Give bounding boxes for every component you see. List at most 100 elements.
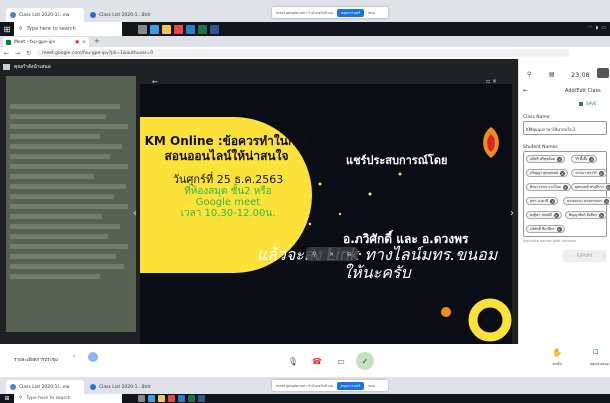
chrome-icon[interactable] (174, 24, 183, 34)
chrome-icon[interactable] (168, 395, 175, 402)
meet-bottom-bar: รายละเอียดการประชุม ⌃ ✋ ยกมือ ⊡ หยุดนำเส… (0, 344, 610, 377)
task-view-icon[interactable] (138, 24, 147, 34)
remove-chip-icon[interactable]: × (598, 212, 604, 218)
class-name-label: Class Name (523, 115, 550, 120)
tab-label: Class List 2020-1l...ew (19, 384, 70, 390)
student-chip[interactable]: บรรณดนา ตรงธรรมกร × (563, 197, 610, 205)
class-name-field[interactable]: KMชุมนุมภาษาให้น่าสนใจ 2 (523, 121, 607, 135)
people-icon[interactable]: ⚲ (527, 71, 531, 78)
student-chip[interactable]: วิริ ผึ้งผึ้ง × (571, 155, 598, 163)
excel-icon[interactable] (188, 395, 195, 402)
tab-class-list-1[interactable]: Class List 2020-1l...ew (6, 8, 84, 22)
tab-label: Class List 2020-1l...ew (19, 12, 70, 18)
reload-icon[interactable]: ↻ (26, 50, 31, 57)
folder-icon[interactable] (162, 24, 171, 34)
remove-chip-icon[interactable]: × (556, 226, 562, 232)
remove-chip-icon[interactable]: × (553, 212, 559, 218)
store-icon[interactable] (186, 24, 195, 34)
user-avatar[interactable] (597, 68, 609, 78)
collapse-arrow-icon[interactable]: ← (152, 78, 158, 86)
raise-hand-icon[interactable]: ✋ (552, 348, 562, 357)
remove-chip-icon[interactable]: × (598, 170, 604, 176)
mute-icon[interactable]: ✕ (329, 251, 334, 258)
task-view-icon[interactable] (138, 395, 145, 402)
edge-icon[interactable] (148, 395, 155, 402)
meeting-details-button[interactable]: รายละเอียดการประชุม (14, 356, 58, 363)
export-button[interactable]: EXPORT (563, 250, 607, 262)
taskbar-apps (138, 394, 205, 403)
remove-chip-icon[interactable]: × (605, 184, 610, 190)
save-button[interactable]: SAVE (586, 101, 596, 106)
slide-script-note: แล้วจะส่ง Link ทางไลน์มทร.ขนอม ให้นะครับ (232, 246, 512, 282)
tab-class-list-1[interactable]: Class List 2020-1l...ew (6, 380, 84, 394)
tab-class-list-2[interactable]: Class List 2020-1...8ntr (86, 380, 164, 394)
back-icon[interactable]: ← (4, 50, 9, 57)
present-label: หยุดนำเสนอ (590, 362, 609, 366)
remove-chip-icon[interactable]: × (562, 184, 568, 190)
window-controls-icon[interactable]: ▫ × (486, 78, 497, 85)
battery-icon[interactable]: ▭ (601, 25, 606, 31)
taskbar-search[interactable]: ⚲ Type here to search (14, 22, 122, 36)
hide-banner-button[interactable]: ซ่อน (368, 383, 375, 389)
captions-button[interactable]: ✓ (356, 352, 374, 370)
excel-icon[interactable] (198, 24, 207, 34)
shield-icon[interactable] (88, 352, 98, 362)
student-chip[interactable]: ยุทธมนต์ ทรงมีราว × (571, 183, 610, 191)
slide-script-line: แล้วจะส่ง Link ทางไลน์มทร.ขนอม (256, 245, 498, 264)
student-chip[interactable]: พงฐิตา รพงษ์ดี × (526, 211, 562, 219)
volume-icon[interactable]: ◗ (596, 25, 599, 31)
student-chip[interactable]: ศิญญาพิตร์ ยิ่งตีตร × (565, 211, 607, 219)
forward-icon[interactable]: → (15, 50, 20, 57)
more-icon[interactable]: ⊖ (347, 251, 352, 258)
remove-chip-icon[interactable]: × (589, 156, 595, 162)
tab-meet[interactable]: Meet - fxu-gpe-ipv ● × (3, 37, 89, 47)
slide-platform: Google meet (195, 197, 261, 208)
close-tab-icon[interactable]: × (82, 40, 86, 45)
tab-class-list-2[interactable]: Class List 2020-1...8ntr (86, 8, 164, 22)
student-chip[interactable]: ศิรดาวรรณ รวมโยม × (526, 183, 571, 191)
hide-banner-button[interactable]: ซ่อน (368, 10, 375, 16)
chevron-up-icon[interactable]: ⌃ (72, 355, 76, 361)
preview-row (10, 274, 100, 279)
student-chip[interactable]: ภวิศักดิ์ ทีมาฝึกร × (526, 225, 565, 233)
student-name: ปพิตรี ศรีสุขข้อม (530, 157, 556, 161)
camera-button[interactable]: ▭ (332, 352, 350, 370)
wifi-icon[interactable]: ◠ (588, 25, 592, 31)
side-panel: ⚲ ▤ 23:08 ← Add/Edit Class SAVE Class Na… (518, 59, 610, 358)
chat-icon[interactable]: ▤ (549, 71, 555, 78)
student-names-label: Student Names (523, 145, 558, 150)
present-icon[interactable]: ⊡ (593, 348, 599, 356)
address-bar[interactable]: meet.google.com/fxu-gpe-ipv?pli=1&authus… (37, 49, 570, 57)
student-chip[interactable]: สุชา อาคาดี × (526, 197, 559, 205)
student-name: สุชา อาคาดี (530, 199, 549, 203)
panel-back-button[interactable]: ← (523, 87, 528, 94)
word-icon[interactable] (198, 395, 205, 402)
stop-sharing-button[interactable]: หยุดการแชร์ (337, 8, 365, 17)
prev-slide-icon[interactable]: ‹ (133, 208, 137, 219)
edge-icon[interactable] (150, 24, 159, 34)
slide-controls: ⚲ ✕ ⊖ (306, 247, 358, 261)
preview-row (10, 234, 108, 239)
folder-icon[interactable] (158, 395, 165, 402)
taskbar-search[interactable]: ⚲ Type here to search (14, 394, 122, 403)
preview-row (10, 224, 120, 229)
pin-icon[interactable]: ⚲ (312, 251, 316, 258)
student-chip[interactable]: ปพิตรี ศรีสุขข้อม × (526, 155, 566, 163)
new-tab-icon[interactable]: + (94, 37, 100, 45)
windows-start-icon[interactable]: ⊞ (0, 394, 14, 403)
next-slide-icon[interactable]: › (510, 208, 514, 219)
student-chip[interactable]: วรรณา ทรงวิร์ × (571, 169, 607, 177)
stop-sharing-button[interactable]: หยุดการแชร์ (337, 381, 365, 390)
leave-call-button[interactable]: ☎ (308, 352, 326, 370)
store-icon[interactable] (178, 395, 185, 402)
remove-chip-icon[interactable]: × (550, 198, 556, 204)
hang-up-icon: ☎ (312, 356, 322, 366)
mic-button[interactable]: 🎙 (284, 352, 302, 370)
student-chip[interactable]: ปริญญา สุทรศรดย์ × (526, 169, 568, 177)
remove-chip-icon[interactable]: × (604, 198, 610, 204)
word-icon[interactable] (210, 24, 219, 34)
remove-chip-icon[interactable]: × (557, 156, 563, 162)
windows-start-icon[interactable]: ⊞ (0, 22, 14, 36)
slide-event-info: วันศุกร์ที่ 25 ธ.ค.2563 ที่ห้องสมุด ชั้น… (158, 174, 298, 220)
remove-chip-icon[interactable]: × (559, 170, 565, 176)
